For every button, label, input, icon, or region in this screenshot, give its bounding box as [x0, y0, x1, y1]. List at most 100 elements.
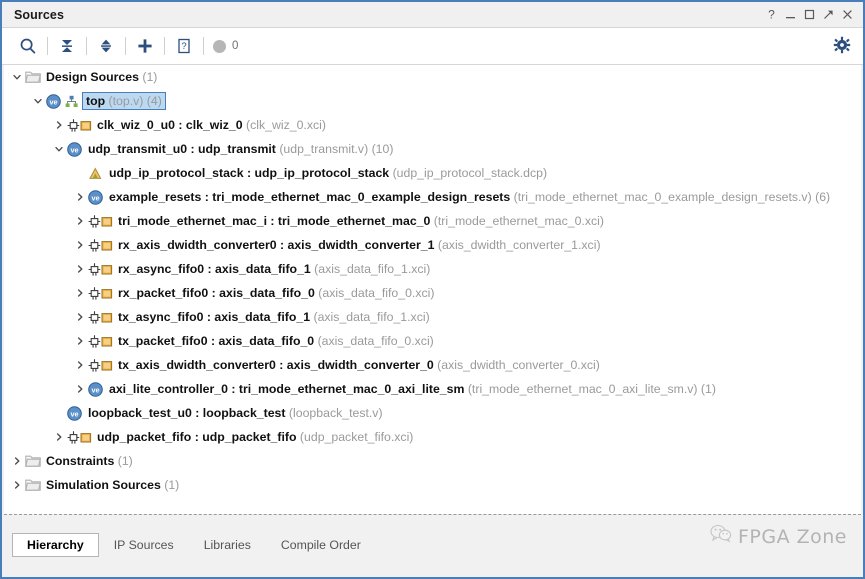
- tree-row-suffix: (axis_data_fifo_0.xci): [314, 286, 435, 300]
- tree-row-label-wrap: tx_packet_fifo0 : axis_data_fifo_0 (axis…: [118, 334, 434, 348]
- tree-row[interactable]: tx_async_fifo0 : axis_data_fifo_1 (axis_…: [4, 305, 861, 329]
- tree-row-label-wrap: Constraints (1): [46, 454, 133, 468]
- chevron-right-icon[interactable]: [72, 233, 87, 257]
- tab-ip-sources[interactable]: IP Sources: [99, 533, 189, 557]
- tree-row[interactable]: Simulation Sources (1): [4, 473, 861, 497]
- tree-row-label-wrap: udp_packet_fifo : udp_packet_fifo (udp_p…: [97, 430, 413, 444]
- sources-tabbar: Hierarchy IP Sources Libraries Compile Orde…: [4, 514, 861, 575]
- chevron-right-icon[interactable]: [9, 449, 24, 473]
- verilog-icon: ve: [87, 381, 104, 398]
- tree-row[interactable]: tx_axis_dwidth_converter0 : axis_dwidth_…: [4, 353, 861, 377]
- tree-row[interactable]: clk_wiz_0_u0 : clk_wiz_0 (clk_wiz_0.xci): [4, 113, 861, 137]
- expand-collapse-icon[interactable]: [90, 31, 122, 61]
- tree-row-label-wrap: top (top.v) (4): [82, 92, 166, 110]
- hierarchy-badge-icon: [64, 93, 78, 110]
- tree-row[interactable]: udp_ip_protocol_stack : udp_ip_protocol_…: [4, 161, 861, 185]
- folder-icon: [24, 477, 41, 494]
- toolbar-separator: [125, 37, 126, 55]
- sources-toolbar: ? 0: [2, 28, 863, 65]
- chevron-right-icon[interactable]: [72, 329, 87, 353]
- tree-row-suffix: (1): [114, 454, 133, 468]
- tab-hierarchy[interactable]: Hierarchy: [12, 533, 99, 557]
- tree-row-label-wrap: example_resets : tri_mode_ethernet_mac_0…: [109, 190, 830, 204]
- tree-row[interactable]: tx_packet_fifo0 : axis_data_fifo_0 (axis…: [4, 329, 861, 353]
- chevron-right-icon[interactable]: [72, 281, 87, 305]
- help-button[interactable]: ?: [762, 4, 781, 25]
- window-controls: ?: [762, 2, 857, 27]
- tab-list: Hierarchy IP Sources Libraries Compile Orde…: [4, 533, 376, 557]
- chevron-right-icon[interactable]: [72, 377, 87, 401]
- chevron-right-icon[interactable]: [9, 473, 24, 497]
- chevron-right-icon[interactable]: [51, 425, 66, 449]
- add-sources-icon[interactable]: [129, 31, 161, 61]
- tree-row-name: tx_async_fifo0 : axis_data_fifo_1: [118, 310, 311, 324]
- tree-row-suffix: (axis_dwidth_converter_1.xci): [434, 238, 601, 252]
- svg-text:ve: ve: [49, 97, 57, 106]
- wechat-icon: [710, 524, 732, 549]
- chevron-right-icon[interactable]: [72, 305, 87, 329]
- tree-row-label-wrap: tx_axis_dwidth_converter0 : axis_dwidth_…: [118, 358, 600, 372]
- svg-text:?: ?: [768, 8, 775, 21]
- tree-row-suffix: (loopback_test.v): [285, 406, 383, 420]
- tree-row-name: Design Sources: [46, 70, 139, 84]
- tree-row-label-wrap: tri_mode_ethernet_mac_i : tri_mode_ether…: [118, 214, 604, 228]
- tree-row[interactable]: rx_axis_dwidth_converter0 : axis_dwidth_…: [4, 233, 861, 257]
- tree-row[interactable]: ve axi_lite_controller_0 : tri_mode_ether…: [4, 377, 861, 401]
- ip-icon: [87, 237, 113, 254]
- settings-gear-icon[interactable]: [833, 36, 851, 59]
- tree-row-suffix: (axis_dwidth_converter_0.xci): [433, 358, 600, 372]
- source-count: 0: [213, 39, 238, 53]
- tree-row[interactable]: Design Sources (1): [4, 65, 861, 89]
- ip-icon: [66, 429, 92, 446]
- tab-libraries[interactable]: Libraries: [189, 533, 266, 557]
- chevron-right-icon[interactable]: [72, 185, 87, 209]
- tree-row[interactable]: tri_mode_ethernet_mac_i : tri_mode_ether…: [4, 209, 861, 233]
- tree-row-label-wrap: Simulation Sources (1): [46, 478, 179, 492]
- dcp-icon: [87, 165, 104, 182]
- maximize-button[interactable]: [800, 4, 819, 25]
- tab-compile-order[interactable]: Compile Order: [266, 533, 376, 557]
- watermark-text: FPGA Zone: [737, 525, 847, 548]
- tree-row-suffix: (udp_ip_protocol_stack.dcp): [389, 166, 548, 180]
- minimize-button[interactable]: [781, 4, 800, 25]
- chevron-right-icon[interactable]: [51, 113, 66, 137]
- tree-row-label-wrap: rx_async_fifo0 : axis_data_fifo_1 (axis_…: [118, 262, 430, 276]
- chevron-right-icon[interactable]: [72, 353, 87, 377]
- tree-row[interactable]: ve udp_transmit_u0 : udp_transmit (udp_tr…: [4, 137, 861, 161]
- tree-row[interactable]: udp_packet_fifo : udp_packet_fifo (udp_p…: [4, 425, 861, 449]
- ip-icon: [66, 117, 92, 134]
- sources-panel: Sources ? ? 0 Design Sources (1) ve top …: [0, 0, 865, 579]
- tree-row[interactable]: rx_packet_fifo0 : axis_data_fifo_0 (axis…: [4, 281, 861, 305]
- chevron-down-icon[interactable]: [51, 137, 66, 161]
- chevron-right-icon[interactable]: [72, 257, 87, 281]
- chevron-right-icon[interactable]: [72, 209, 87, 233]
- chevron-down-icon[interactable]: [30, 89, 45, 113]
- chevron-down-icon[interactable]: [9, 65, 24, 89]
- verilog-icon: ve: [87, 189, 104, 206]
- close-button[interactable]: [838, 4, 857, 25]
- tree-row-suffix: (top.v) (4): [105, 94, 162, 108]
- sources-tree[interactable]: Design Sources (1) ve top (top.v) (4) clk_w…: [4, 65, 861, 515]
- tree-row-name: udp_ip_protocol_stack : udp_ip_protocol_…: [109, 166, 390, 180]
- tree-row[interactable]: rx_async_fifo0 : axis_data_fifo_1 (axis_…: [4, 257, 861, 281]
- tree-row-suffix: (clk_wiz_0.xci): [242, 118, 326, 132]
- svg-text:ve: ve: [91, 385, 99, 394]
- tree-row-name: tx_packet_fifo0 : axis_data_fifo_0: [118, 334, 315, 348]
- tree-row[interactable]: Constraints (1): [4, 449, 861, 473]
- float-button[interactable]: [819, 4, 838, 25]
- tree-row-suffix: (1): [138, 70, 158, 84]
- tree-row-name: rx_axis_dwidth_converter0 : axis_dwidth_…: [118, 238, 435, 252]
- tree-row-label-wrap: rx_axis_dwidth_converter0 : axis_dwidth_…: [118, 238, 601, 252]
- svg-text:ve: ve: [91, 193, 99, 202]
- tree-row-label-wrap: axi_lite_controller_0 : tri_mode_etherne…: [109, 382, 716, 396]
- tree-row-suffix: (tri_mode_ethernet_mac_0_axi_lite_sm.v) …: [464, 382, 716, 396]
- ip-icon: [87, 309, 113, 326]
- help-file-icon[interactable]: ?: [168, 31, 200, 61]
- tree-row[interactable]: ve example_resets : tri_mode_ethernet_mac…: [4, 185, 861, 209]
- tree-row[interactable]: ve top (top.v) (4): [4, 89, 861, 113]
- collapse-all-icon[interactable]: [51, 31, 83, 61]
- tree-row[interactable]: ve loopback_test_u0 : loopback_test (loop…: [4, 401, 861, 425]
- tree-row-suffix: (tri_mode_ethernet_mac_0.xci): [430, 214, 604, 228]
- search-icon[interactable]: [12, 31, 44, 61]
- tree-row-suffix: (axis_data_fifo_1.xci): [310, 310, 430, 324]
